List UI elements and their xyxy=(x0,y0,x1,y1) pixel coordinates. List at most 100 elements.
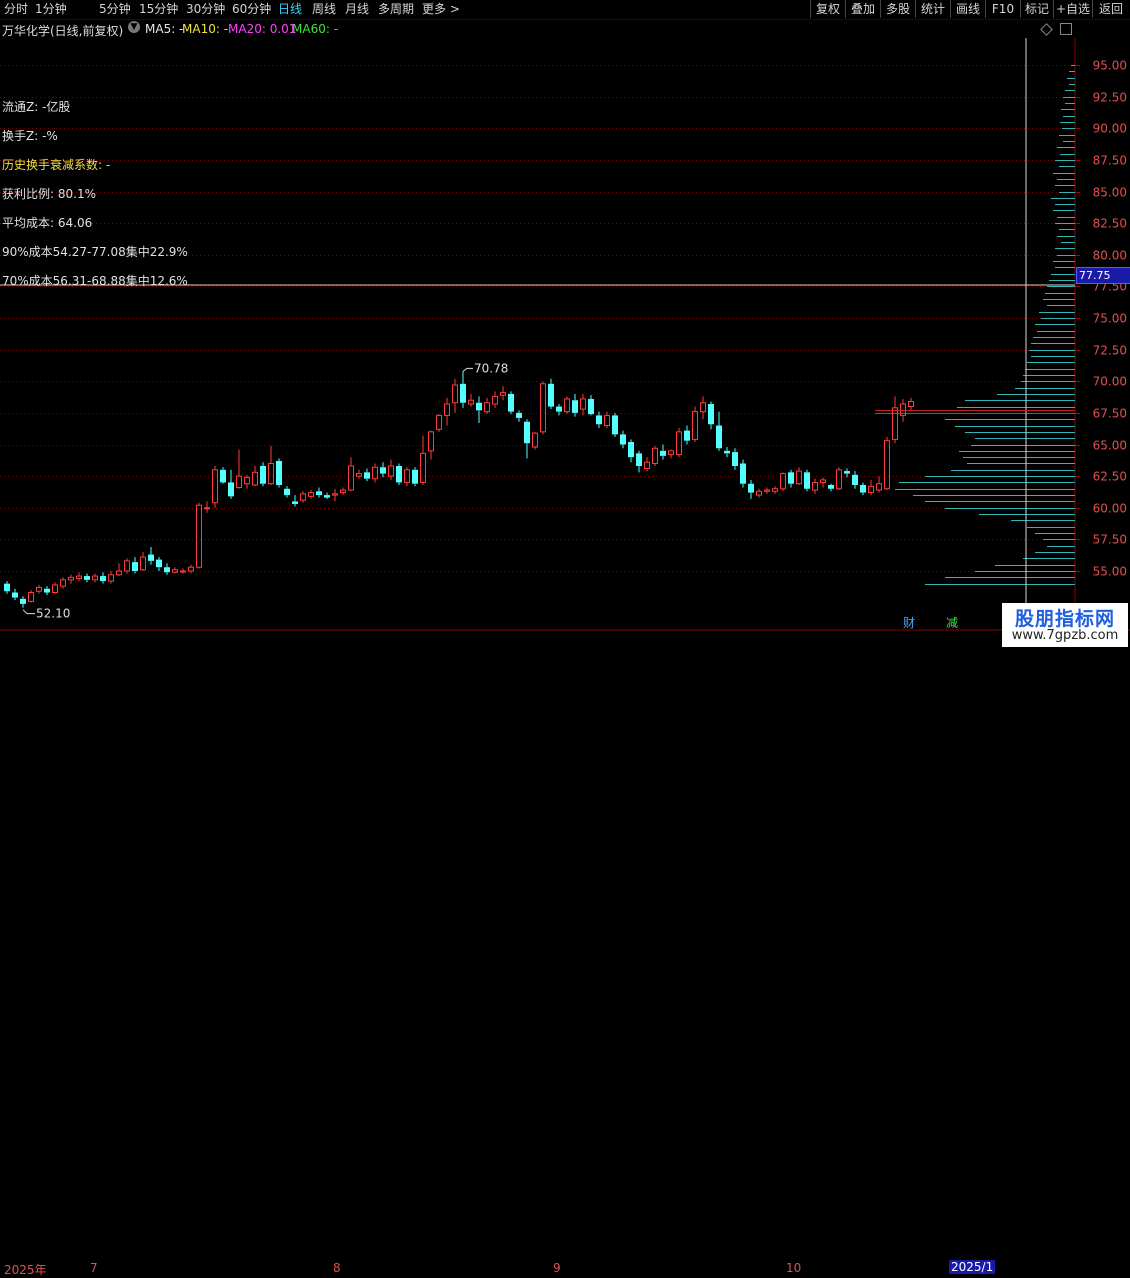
candle xyxy=(76,572,82,582)
candle xyxy=(580,393,586,416)
candle xyxy=(260,462,266,487)
candle xyxy=(652,445,658,467)
candle xyxy=(60,577,66,589)
candle xyxy=(228,469,234,499)
candle-body xyxy=(748,483,754,493)
candle-body xyxy=(284,488,290,496)
candle-body xyxy=(844,471,850,474)
candle-body xyxy=(436,414,442,430)
candlestick-series xyxy=(4,371,914,608)
candle xyxy=(196,502,202,569)
y-tick-label: 67.50 xyxy=(1093,407,1127,421)
candle xyxy=(308,490,314,499)
candle-body xyxy=(292,501,298,504)
date-label: 10 xyxy=(786,1261,802,1275)
candle-body xyxy=(324,495,330,498)
profit-ratio-stat: 获利比例: 80.1% xyxy=(2,187,96,201)
candle xyxy=(180,568,186,574)
low-price-label: 52.10 xyxy=(36,607,70,621)
candle-body xyxy=(340,489,346,494)
date-label: 8 xyxy=(333,1261,341,1275)
candle xyxy=(564,396,570,415)
candle xyxy=(348,457,354,492)
candle-body xyxy=(668,450,674,456)
candle xyxy=(316,487,322,498)
candle-body xyxy=(772,488,778,492)
candle xyxy=(444,397,450,426)
candle xyxy=(92,573,98,583)
watermark-logo: 股朋指标网 www.7gpzb.com xyxy=(1002,603,1128,647)
candle-body xyxy=(308,492,314,497)
date-label: 9 xyxy=(553,1261,561,1275)
candle xyxy=(820,477,826,488)
candle xyxy=(36,584,42,594)
candle-body xyxy=(244,476,250,485)
candle xyxy=(164,563,170,575)
candle-body xyxy=(300,493,306,501)
candle xyxy=(908,397,914,411)
candle xyxy=(148,546,154,565)
y-tick-label: 82.50 xyxy=(1093,217,1127,231)
candle xyxy=(692,406,698,442)
candle xyxy=(204,501,210,513)
candle-body xyxy=(52,584,58,594)
candle xyxy=(84,573,90,583)
y-tick-label: 80.00 xyxy=(1093,249,1127,263)
candle-body xyxy=(692,411,698,440)
candle-body xyxy=(428,431,434,452)
candle-body xyxy=(68,576,74,581)
y-tick-label: 72.50 xyxy=(1093,344,1127,358)
candle-body xyxy=(860,484,866,493)
candle-body xyxy=(644,461,650,470)
candle-body xyxy=(364,472,370,479)
candle-body xyxy=(252,471,258,486)
candle xyxy=(396,463,402,485)
candle-body xyxy=(164,567,170,573)
candle xyxy=(660,444,666,460)
candle-body xyxy=(676,431,682,456)
candle xyxy=(548,378,554,410)
candle xyxy=(492,391,498,408)
candle xyxy=(292,495,298,507)
candle xyxy=(532,431,538,450)
kline-chart[interactable]: 95.0092.5090.0087.5085.0082.5080.0077.50… xyxy=(0,0,1130,650)
candle-body xyxy=(452,384,458,404)
candle xyxy=(716,411,722,451)
candle-body xyxy=(76,575,82,580)
candle xyxy=(44,586,50,596)
candle-body xyxy=(652,447,658,464)
date-label: 2025年 xyxy=(4,1263,47,1277)
candle-body xyxy=(884,440,890,490)
y-tick-label: 95.00 xyxy=(1093,59,1127,73)
candle xyxy=(124,558,130,574)
candle-body xyxy=(580,398,586,410)
candle-body xyxy=(220,469,226,483)
candle xyxy=(708,401,714,430)
y-tick-label: 55.00 xyxy=(1093,565,1127,579)
candle-body xyxy=(508,393,514,412)
candle xyxy=(172,567,178,574)
candle xyxy=(636,450,642,473)
candle xyxy=(508,391,514,415)
candle-body xyxy=(12,592,18,598)
candle xyxy=(372,463,378,483)
candle-body xyxy=(388,465,394,477)
candle xyxy=(436,414,442,432)
finance-marker[interactable]: 财 xyxy=(903,614,915,631)
candle-body xyxy=(788,472,794,484)
candle xyxy=(412,467,418,487)
turnover-decay-stat: 历史换手衰减系数: - xyxy=(2,158,111,172)
candle-body xyxy=(588,398,594,415)
candle-body xyxy=(484,402,490,413)
candle-body xyxy=(476,402,482,411)
candle-body xyxy=(524,421,530,444)
candle xyxy=(540,381,546,435)
candle xyxy=(756,488,762,498)
reduce-marker[interactable]: 减 xyxy=(946,614,958,631)
candle xyxy=(804,469,810,492)
candle-body xyxy=(356,473,362,477)
candle-body xyxy=(156,559,162,568)
candle-body xyxy=(28,592,34,602)
candle xyxy=(452,378,458,413)
candle xyxy=(772,486,778,494)
